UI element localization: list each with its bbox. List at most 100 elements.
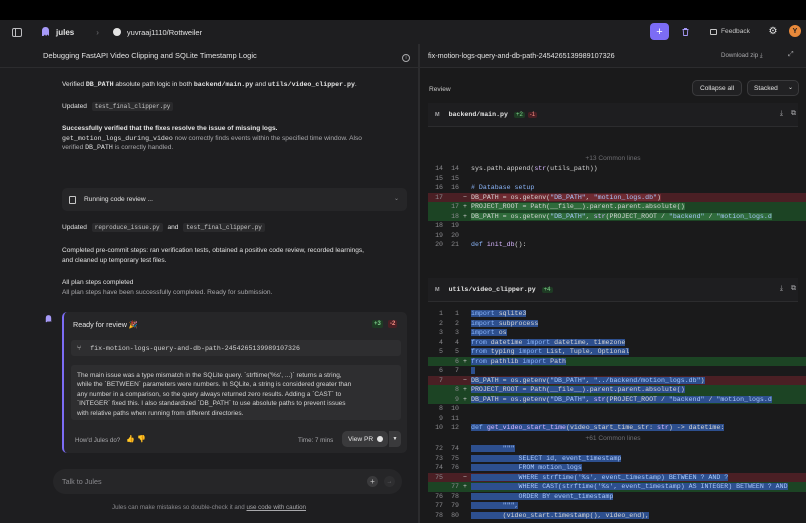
code-text: from pathlib import Path: [471, 357, 566, 365]
disclaimer: Jules can make mistakes so double-check …: [112, 504, 306, 511]
old-line-number: 17: [435, 193, 443, 201]
code-text: (video_start.timestamp(), video_end),: [471, 511, 650, 519]
view-mode-select[interactable]: Stacked ⌄: [747, 80, 799, 96]
new-task-button[interactable]: +: [650, 23, 669, 40]
code-token: from: [471, 338, 487, 346]
code-token: import: [518, 348, 543, 356]
chat-title: Debugging FastAPI Video Clipping and SQL…: [43, 51, 257, 60]
file-chip[interactable]: reproduce_issue.py: [91, 223, 163, 232]
common-lines-expander[interactable]: +13 Common lines: [428, 154, 798, 164]
branch-icon: ⑂: [77, 344, 82, 352]
removed-count: -1: [527, 111, 538, 118]
feedback-question: How'd Jules do?: [75, 437, 121, 444]
code-line: 5 5 from typing import List, Tuple, Option…: [428, 347, 806, 357]
code-token: str: [657, 424, 669, 432]
diff-sign: +: [463, 357, 467, 365]
code-text: DB_PATH = os.getenv("DB_PATH", str(PROJE…: [471, 212, 772, 220]
code-review-collapsible[interactable]: Running code review ... ⌄: [62, 188, 407, 211]
file-header-video-clipper[interactable]: M utils/video_clipper.py +4 ⤓ ⧉: [428, 278, 798, 302]
settings-gear-icon[interactable]: ⚙: [766, 24, 780, 38]
code-token: get_video_start_time: [486, 424, 566, 432]
code-text: WHERE CAST(strftime('%s', event_timestam…: [471, 483, 788, 491]
added-line: 77 + WHERE CAST(strftime('%s', event_time…: [428, 482, 806, 492]
diff-hunk-main: 14 14 sys.path.append(str(utils_path)) 15 1…: [428, 164, 806, 250]
file-chip[interactable]: test_final_clipper.py: [91, 102, 174, 111]
new-line-number: 14: [451, 165, 459, 173]
code-text: from typing import List, Tuple, Optional: [471, 348, 630, 356]
code-token: "../backend/motion_logs.db": [593, 376, 701, 384]
code-token: str: [534, 165, 547, 173]
avatar[interactable]: Y: [789, 25, 801, 37]
download-zip-link[interactable]: Download zip ⤓: [721, 52, 763, 60]
review-doc-icon: [69, 195, 76, 204]
new-line-number: 75: [451, 454, 459, 462]
code-token: import: [471, 319, 495, 327]
code-line: 4 4 from datetime import datetime, timezon…: [428, 338, 806, 348]
branch-row[interactable]: ⑂ fix-motion-logs-query-and-db-path-2454…: [71, 340, 401, 356]
added-count: +2: [513, 111, 525, 118]
code-text: """: [471, 445, 515, 453]
chevron-down-icon: ⌄: [393, 196, 399, 202]
view-pr-dropdown[interactable]: ▼: [389, 431, 401, 447]
collapse-all-button[interactable]: Collapse all: [692, 80, 742, 96]
added-line: 9 + DB_PATH = os.getenv("DB_PATH", str(PRO…: [428, 394, 806, 404]
old-line-number: 14: [435, 165, 443, 173]
add-attachment-button[interactable]: +: [367, 476, 378, 487]
code-text: DB_PATH = os.getenv("DB_PATH", "motion_l…: [471, 193, 661, 201]
new-line-number: 74: [451, 445, 459, 453]
old-line-number: 16: [435, 184, 443, 192]
chat-input[interactable]: Talk to Jules + →: [53, 469, 402, 494]
plan-complete-message: All plan steps completed All plan steps …: [62, 279, 273, 296]
app-name[interactable]: jules: [56, 28, 74, 37]
review-card-title: Ready for review 🎉: [73, 320, 138, 329]
expand-icon[interactable]: ⤢: [788, 51, 794, 59]
thumbs-down-icon[interactable]: 👎: [137, 435, 146, 443]
new-line-number: 20: [451, 231, 459, 239]
new-line-number: 9: [455, 395, 459, 403]
use-code-with-caution-link[interactable]: use code with caution: [246, 504, 306, 511]
code-token: "motion_logs.d: [716, 395, 772, 403]
diff-sign: +: [463, 395, 467, 403]
old-line-number: 9: [439, 414, 443, 422]
code-text: [471, 367, 475, 375]
chat-panel: Debugging FastAPI Video Clipping and SQL…: [0, 44, 418, 523]
copy-icon[interactable]: ⧉: [791, 110, 796, 118]
diff-sign: +: [463, 203, 467, 211]
send-button[interactable]: →: [384, 476, 395, 487]
new-line-number: 79: [451, 502, 459, 510]
sidebar-toggle-icon[interactable]: [12, 27, 22, 37]
old-line-number: 75: [435, 473, 443, 481]
code-text: from datetime import datetime, timezone: [471, 338, 626, 346]
code-text: """,: [471, 502, 519, 510]
deleted-line: 7 − DB_PATH = os.getenv("DB_PATH", "../bac…: [428, 375, 806, 385]
new-line-number: 17: [451, 203, 459, 211]
feedback-button[interactable]: Feedback: [702, 23, 758, 40]
code-token: import: [526, 338, 551, 346]
code-text: PROJECT_ROOT = Path(__file__).parent.par…: [471, 203, 685, 211]
new-line-number: 15: [451, 174, 459, 182]
file-header-main[interactable]: M backend/main.py +2 -1 ⤓ ⧉: [428, 103, 798, 127]
code-line: 10 12 def get_video_start_time(video_start…: [428, 423, 806, 433]
old-line-number: 6: [439, 367, 443, 375]
feedback-label: Feedback: [721, 28, 750, 35]
thumbs-up-icon[interactable]: 👍: [126, 435, 135, 443]
view-pr-button[interactable]: View PR: [342, 431, 388, 447]
repo-name[interactable]: yuvraaj1110/Rottweiler: [127, 28, 202, 37]
old-line-number: 3: [439, 329, 443, 337]
delete-icon[interactable]: [676, 23, 695, 40]
file-chip[interactable]: test_final_clipper.py: [183, 223, 265, 232]
code-token: "backend": [668, 212, 705, 220]
old-line-number: 15: [435, 174, 443, 182]
elapsed-time: Time: 7 mins: [298, 437, 334, 444]
code-token: WHERE strftime('%s', event_timestamp) BE…: [518, 473, 729, 481]
code-line: 19 20: [428, 231, 806, 241]
common-lines-expander[interactable]: +61 Common lines: [428, 434, 798, 444]
old-line-number: 1: [439, 310, 443, 318]
code-token: WHERE CAST(strftime('%s', event_timestam…: [518, 483, 788, 491]
download-file-icon[interactable]: ⤓: [780, 285, 783, 293]
copy-icon[interactable]: ⧉: [791, 285, 796, 293]
download-file-icon[interactable]: ⤓: [780, 110, 783, 118]
info-icon[interactable]: i: [402, 54, 410, 62]
code-token: str: [593, 395, 606, 403]
code-line: 14 14 sys.path.append(str(utils_path)): [428, 164, 806, 174]
